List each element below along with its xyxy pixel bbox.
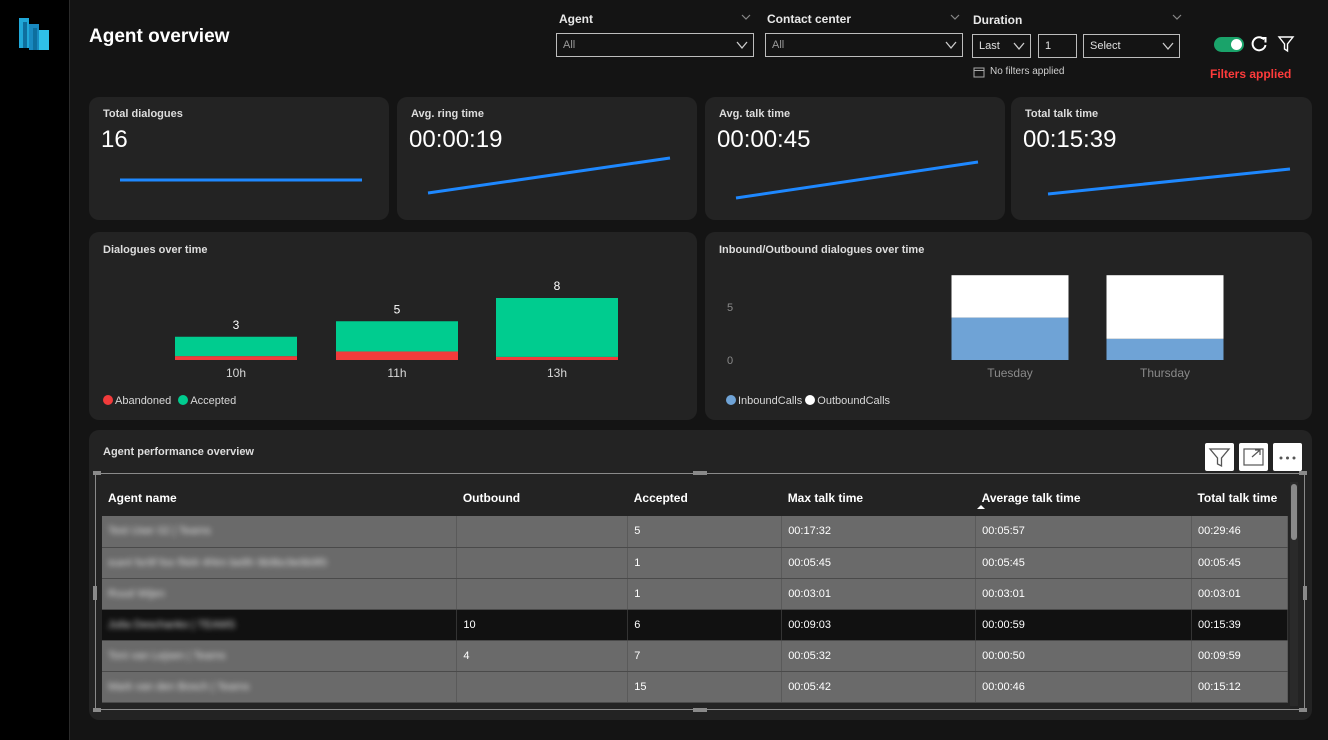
kpi-trend-line — [427, 156, 671, 195]
duration-unit-value: Select — [1090, 40, 1121, 52]
filter-icon — [1208, 448, 1231, 468]
data-label: 5 — [394, 302, 401, 316]
visual-selection-frame — [95, 473, 1305, 710]
bar-accepted — [336, 321, 458, 352]
resize-handle[interactable] — [693, 471, 707, 475]
kpi-card-avg-talk-time[interactable]: Avg. talk time 00:00:45 — [705, 97, 1005, 220]
bar-outboundcalls — [1106, 275, 1224, 339]
bar-abandoned — [336, 351, 458, 360]
chevron-down-icon[interactable] — [741, 12, 751, 22]
kpi-card-avg-ring-time[interactable]: Avg. ring time 00:00:19 — [397, 97, 697, 220]
visual-filter-button[interactable] — [1205, 443, 1234, 471]
calendar-icon — [973, 67, 985, 78]
kpi-card-total-talk-time[interactable]: Total talk time 00:15:39 — [1011, 97, 1312, 220]
x-tick-label: Thursday — [1140, 366, 1190, 380]
dialogues-legend: Abandoned Accepted — [103, 395, 240, 407]
x-tick-label: 13h — [547, 366, 567, 380]
legend-dot — [805, 395, 816, 405]
resize-handle[interactable] — [1303, 586, 1307, 600]
chevron-down-icon — [736, 41, 748, 50]
duration-period-value: Last — [979, 40, 1000, 52]
duration-period-dropdown[interactable]: Last — [972, 34, 1031, 58]
legend-dot — [178, 395, 189, 405]
kpi-card-total-dialogues[interactable]: Total dialogues 16 — [89, 97, 389, 220]
y-tick-label: 0 — [727, 355, 733, 367]
y-tick-label: 5 — [727, 302, 733, 314]
x-tick-label: 11h — [387, 366, 406, 380]
app-logo-icon[interactable] — [18, 16, 52, 52]
resize-handle[interactable] — [93, 586, 97, 600]
filters-applied-text: Filters applied — [1210, 67, 1292, 81]
bar-outboundcalls — [951, 275, 1069, 318]
table-title: Agent performance overview — [103, 446, 254, 458]
agent-dropdown[interactable]: All — [556, 33, 754, 57]
legend-item-accepted[interactable]: Accepted — [178, 395, 236, 407]
chevron-down-icon — [945, 41, 957, 50]
bar-abandoned — [496, 356, 618, 360]
legend-label: Abandoned — [115, 395, 172, 407]
legend-label: OutboundCalls — [817, 395, 891, 407]
duration-count-input[interactable]: 1 — [1038, 34, 1077, 58]
duration-slicer-label: Duration — [973, 13, 1023, 27]
kpi-trend-line — [120, 178, 362, 182]
dialogues-over-time-chart[interactable]: Dialogues over time 3 10h 5 11h 8 13h Abandon… — [89, 232, 697, 420]
legend-item-outbound[interactable]: OutboundCalls — [805, 395, 890, 407]
resize-handle[interactable] — [93, 708, 101, 712]
filter-toggle[interactable] — [1214, 37, 1244, 52]
filter-icon[interactable] — [1276, 34, 1296, 54]
agent-dropdown-value: All — [563, 39, 576, 51]
resize-handle[interactable] — [1299, 471, 1307, 475]
resize-handle[interactable] — [93, 471, 101, 475]
legend-item-inbound[interactable]: InboundCalls — [726, 395, 802, 407]
chevron-down-icon[interactable] — [950, 12, 960, 22]
contact-center-dropdown-value: All — [772, 39, 785, 51]
duration-unit-dropdown[interactable]: Select — [1083, 34, 1180, 58]
left-sidebar — [0, 0, 70, 740]
chevron-down-icon[interactable] — [1172, 12, 1182, 22]
focus-mode-button[interactable] — [1239, 443, 1268, 471]
bar-accepted — [496, 298, 618, 357]
contact-center-slicer-label: Contact center — [767, 12, 852, 26]
legend-label: Accepted — [190, 395, 237, 407]
contact-center-dropdown[interactable]: All — [765, 33, 963, 57]
data-label: 8 — [554, 279, 561, 293]
kpi-trend-line — [735, 160, 979, 200]
legend-dot — [103, 395, 113, 405]
chevron-down-icon — [1162, 42, 1174, 51]
legend-label: InboundCalls — [738, 395, 803, 407]
bar-abandoned — [175, 356, 297, 360]
data-label: 3 — [233, 318, 240, 332]
more-options-button[interactable] — [1273, 443, 1302, 471]
dialogues-chart-plot: 3 10h 5 11h 8 13h — [175, 279, 618, 380]
inout-legend: InboundCalls OutboundCalls — [726, 395, 890, 407]
resize-handle[interactable] — [1299, 708, 1307, 712]
bar-inboundcalls — [951, 317, 1069, 360]
bar-accepted — [175, 336, 297, 357]
page-title: Agent overview — [89, 26, 230, 47]
focus-mode-icon — [1243, 448, 1264, 466]
chevron-down-icon — [1013, 42, 1025, 51]
resize-handle[interactable] — [693, 708, 707, 712]
more-options-icon — [1279, 456, 1296, 460]
legend-dot — [726, 395, 736, 405]
inout-chart-plot: 0 5 Tuesday Thursday — [727, 275, 1224, 380]
refresh-icon[interactable] — [1249, 34, 1269, 54]
bar-inboundcalls — [1106, 338, 1224, 360]
duration-status-text: No filters applied — [990, 66, 1065, 77]
x-tick-label: Tuesday — [987, 366, 1033, 380]
kpi-trend-line — [1047, 167, 1291, 196]
inbound-outbound-chart[interactable]: Inbound/Outbound dialogues over time 05T… — [705, 232, 1312, 420]
legend-item-abandoned[interactable]: Abandoned — [103, 395, 171, 407]
x-tick-label: 10h — [226, 366, 246, 380]
agent-slicer-label: Agent — [559, 12, 593, 26]
